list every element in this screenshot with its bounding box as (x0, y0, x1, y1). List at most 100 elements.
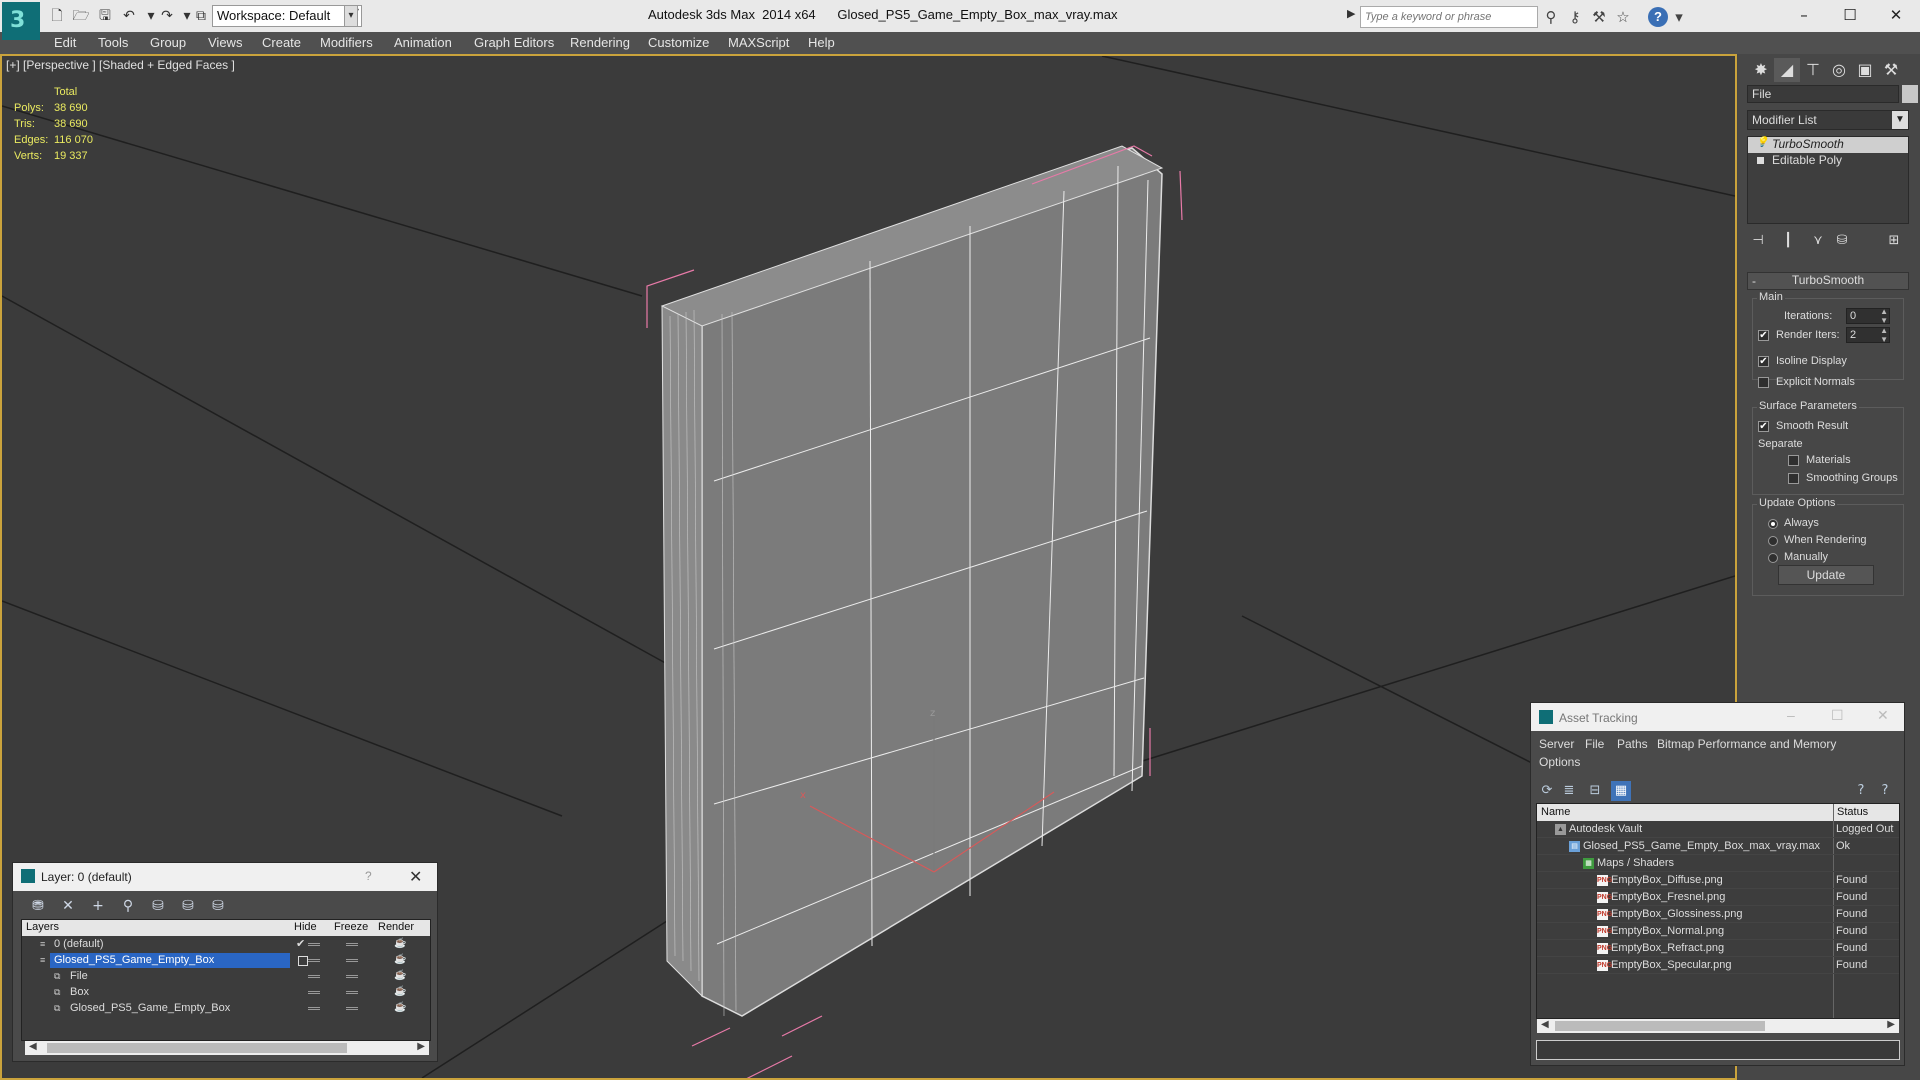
workspace-dropdown[interactable]: Workspace: Default ▾ (212, 5, 362, 27)
viewport-label[interactable]: [+] [Perspective ] [Shaded + Edged Faces… (6, 58, 235, 72)
close-icon[interactable]: ✕ (1874, 3, 1918, 27)
vault-help-icon[interactable]: ? (1851, 781, 1871, 801)
column-layers[interactable]: Layers (26, 921, 59, 933)
menu-rendering[interactable]: Rendering (570, 35, 630, 50)
scroll-thumb[interactable] (47, 1043, 347, 1053)
render-teapot-icon[interactable]: ☕ (394, 1002, 406, 1013)
column-name[interactable]: Name (1541, 806, 1570, 818)
render-teapot-icon[interactable]: ☕ (394, 954, 406, 965)
hide-all-layers-icon[interactable]: ⛁ (177, 895, 199, 917)
delete-layer-icon[interactable]: ✕ (57, 895, 79, 917)
search-expand-icon[interactable]: ▶ (1347, 7, 1355, 20)
maximize-icon[interactable]: ☐ (1828, 3, 1872, 27)
motion-tab-icon[interactable]: ◎ (1826, 58, 1852, 82)
menu-views[interactable]: Views (208, 35, 242, 50)
menu-help[interactable]: Help (808, 35, 835, 50)
hide-toggle[interactable] (308, 975, 320, 978)
refresh-icon[interactable]: ⟳ (1537, 781, 1557, 801)
hide-toggle[interactable] (308, 991, 320, 994)
asset-row[interactable]: PNG EmptyBox_Specular.png Found (1537, 957, 1899, 974)
close-icon[interactable]: ✕ (409, 867, 422, 887)
binoculars-icon[interactable]: ⚲ (1542, 8, 1560, 26)
object-color-swatch[interactable] (1902, 85, 1918, 103)
help-icon[interactable]: ? (1648, 7, 1668, 27)
scroll-thumb[interactable] (1555, 1021, 1765, 1031)
make-unique-icon[interactable]: ⋎ (1807, 230, 1829, 252)
smoothing-groups-checkbox[interactable] (1788, 473, 1799, 484)
minimize-icon[interactable]: – (1787, 707, 1795, 723)
display-tab-icon[interactable]: ▣ (1852, 58, 1878, 82)
menu-maxscript[interactable]: MAXScript (728, 35, 789, 50)
create-layer-icon[interactable]: ⛃ (27, 895, 49, 917)
when-rendering-radio[interactable] (1768, 536, 1778, 546)
create-tab-icon[interactable]: ✸ (1748, 58, 1774, 82)
menu-customize[interactable]: Customize (648, 35, 709, 50)
layer-row-selected[interactable]: ≡ Glosed_PS5_Game_Empty_Box ☕ (22, 953, 430, 969)
layer-horizontal-scrollbar[interactable]: ◀ ▶ (25, 1041, 429, 1055)
close-icon[interactable]: ✕ (1877, 707, 1889, 724)
select-objects-icon[interactable]: ⚲ (117, 895, 139, 917)
menu-edit[interactable]: Edit (54, 35, 76, 50)
column-status[interactable]: Status (1837, 806, 1868, 818)
stack-item-editable-poly[interactable]: Editable Poly (1748, 153, 1908, 169)
stack-item-turbosmooth[interactable]: 💡 TurboSmooth (1748, 137, 1908, 153)
communication-icon[interactable]: ⚒ (1590, 8, 1608, 26)
scroll-right-icon[interactable]: ▶ (1887, 1019, 1895, 1030)
asset-row[interactable]: ▦ Maps / Shaders (1537, 855, 1899, 872)
menu-create[interactable]: Create (262, 35, 301, 50)
help-icon[interactable]: ? (365, 869, 372, 883)
remove-modifier-icon[interactable]: ⛁ (1831, 230, 1853, 252)
new-file-icon[interactable]: 🗋 (48, 8, 66, 25)
pin-stack-icon[interactable]: ⊣ (1747, 230, 1769, 252)
menu-animation[interactable]: Animation (394, 35, 452, 50)
materials-checkbox[interactable] (1788, 455, 1799, 466)
menu-tools[interactable]: Tools (98, 35, 128, 50)
hide-toggle[interactable] (308, 959, 320, 962)
project-folder-icon[interactable]: ⧉ (192, 8, 210, 25)
asset-tracking-titlebar[interactable]: Asset Tracking – ☐ ✕ (1531, 703, 1904, 731)
render-iters-checkbox[interactable]: ✔ (1758, 330, 1769, 341)
smooth-result-checkbox[interactable]: ✔ (1758, 421, 1769, 432)
scroll-left-icon[interactable]: ◀ (29, 1041, 37, 1052)
lightbulb-icon[interactable]: 💡 (1756, 137, 1768, 148)
modifier-list-dropdown[interactable]: Modifier List ▼ (1747, 110, 1909, 130)
isoline-display-checkbox[interactable]: ✔ (1758, 356, 1769, 367)
update-button[interactable]: Update (1778, 565, 1874, 585)
always-radio[interactable] (1768, 519, 1778, 529)
list-view-icon[interactable]: ≣ (1559, 781, 1579, 801)
settings-help-icon[interactable]: ? (1875, 781, 1895, 801)
layer-object-row[interactable]: ⧉ Glosed_PS5_Game_Empty_Box ☕ (22, 1001, 430, 1017)
configure-sets-icon[interactable]: ⊞ (1883, 230, 1905, 252)
set-current-box[interactable] (298, 956, 308, 966)
freeze-toggle[interactable] (346, 991, 358, 994)
asset-row[interactable]: PNG EmptyBox_Glossiness.png Found (1537, 906, 1899, 923)
freeze-toggle[interactable] (346, 975, 358, 978)
asset-row[interactable]: ▤ Glosed_PS5_Game_Empty_Box_max_vray.max… (1537, 838, 1899, 855)
render-teapot-icon[interactable]: ☕ (394, 986, 406, 997)
game-box-mesh[interactable] (660, 145, 1164, 1017)
menu-graph-editors[interactable]: Graph Editors (474, 35, 554, 50)
redo-icon[interactable]: ↷ (158, 8, 176, 25)
save-icon[interactable]: 🖫 (96, 8, 114, 25)
app-logo-icon[interactable]: 3 (2, 2, 40, 40)
minimize-icon[interactable]: – (1782, 3, 1826, 27)
table-view-icon[interactable]: ▦ (1611, 781, 1631, 801)
asset-row[interactable]: PNG EmptyBox_Normal.png Found (1537, 923, 1899, 940)
explicit-normals-checkbox[interactable] (1758, 377, 1769, 388)
freeze-all-layers-icon[interactable]: ⛁ (207, 895, 229, 917)
iterations-spinner[interactable]: 0 ▲ ▼ (1846, 307, 1890, 325)
column-freeze[interactable]: Freeze (334, 921, 368, 933)
freeze-toggle[interactable] (346, 959, 358, 962)
manually-radio[interactable] (1768, 553, 1778, 563)
modify-tab-icon[interactable]: ◢ (1774, 58, 1800, 82)
hide-toggle[interactable] (308, 943, 320, 946)
layer-dialog-titlebar[interactable]: Layer: 0 (default) ? ✕ (13, 863, 437, 891)
favorites-star-icon[interactable]: ☆ (1614, 8, 1632, 26)
show-end-result-icon[interactable]: ┃ (1777, 230, 1799, 252)
asset-menu-paths[interactable]: Paths (1617, 737, 1648, 751)
asset-menu-options[interactable]: Options (1539, 755, 1580, 769)
object-name-field[interactable]: File (1747, 85, 1899, 103)
open-file-icon[interactable]: 🗁 (72, 8, 90, 25)
asset-menu-server[interactable]: Server (1539, 737, 1574, 751)
menu-modifiers[interactable]: Modifiers (320, 35, 373, 50)
